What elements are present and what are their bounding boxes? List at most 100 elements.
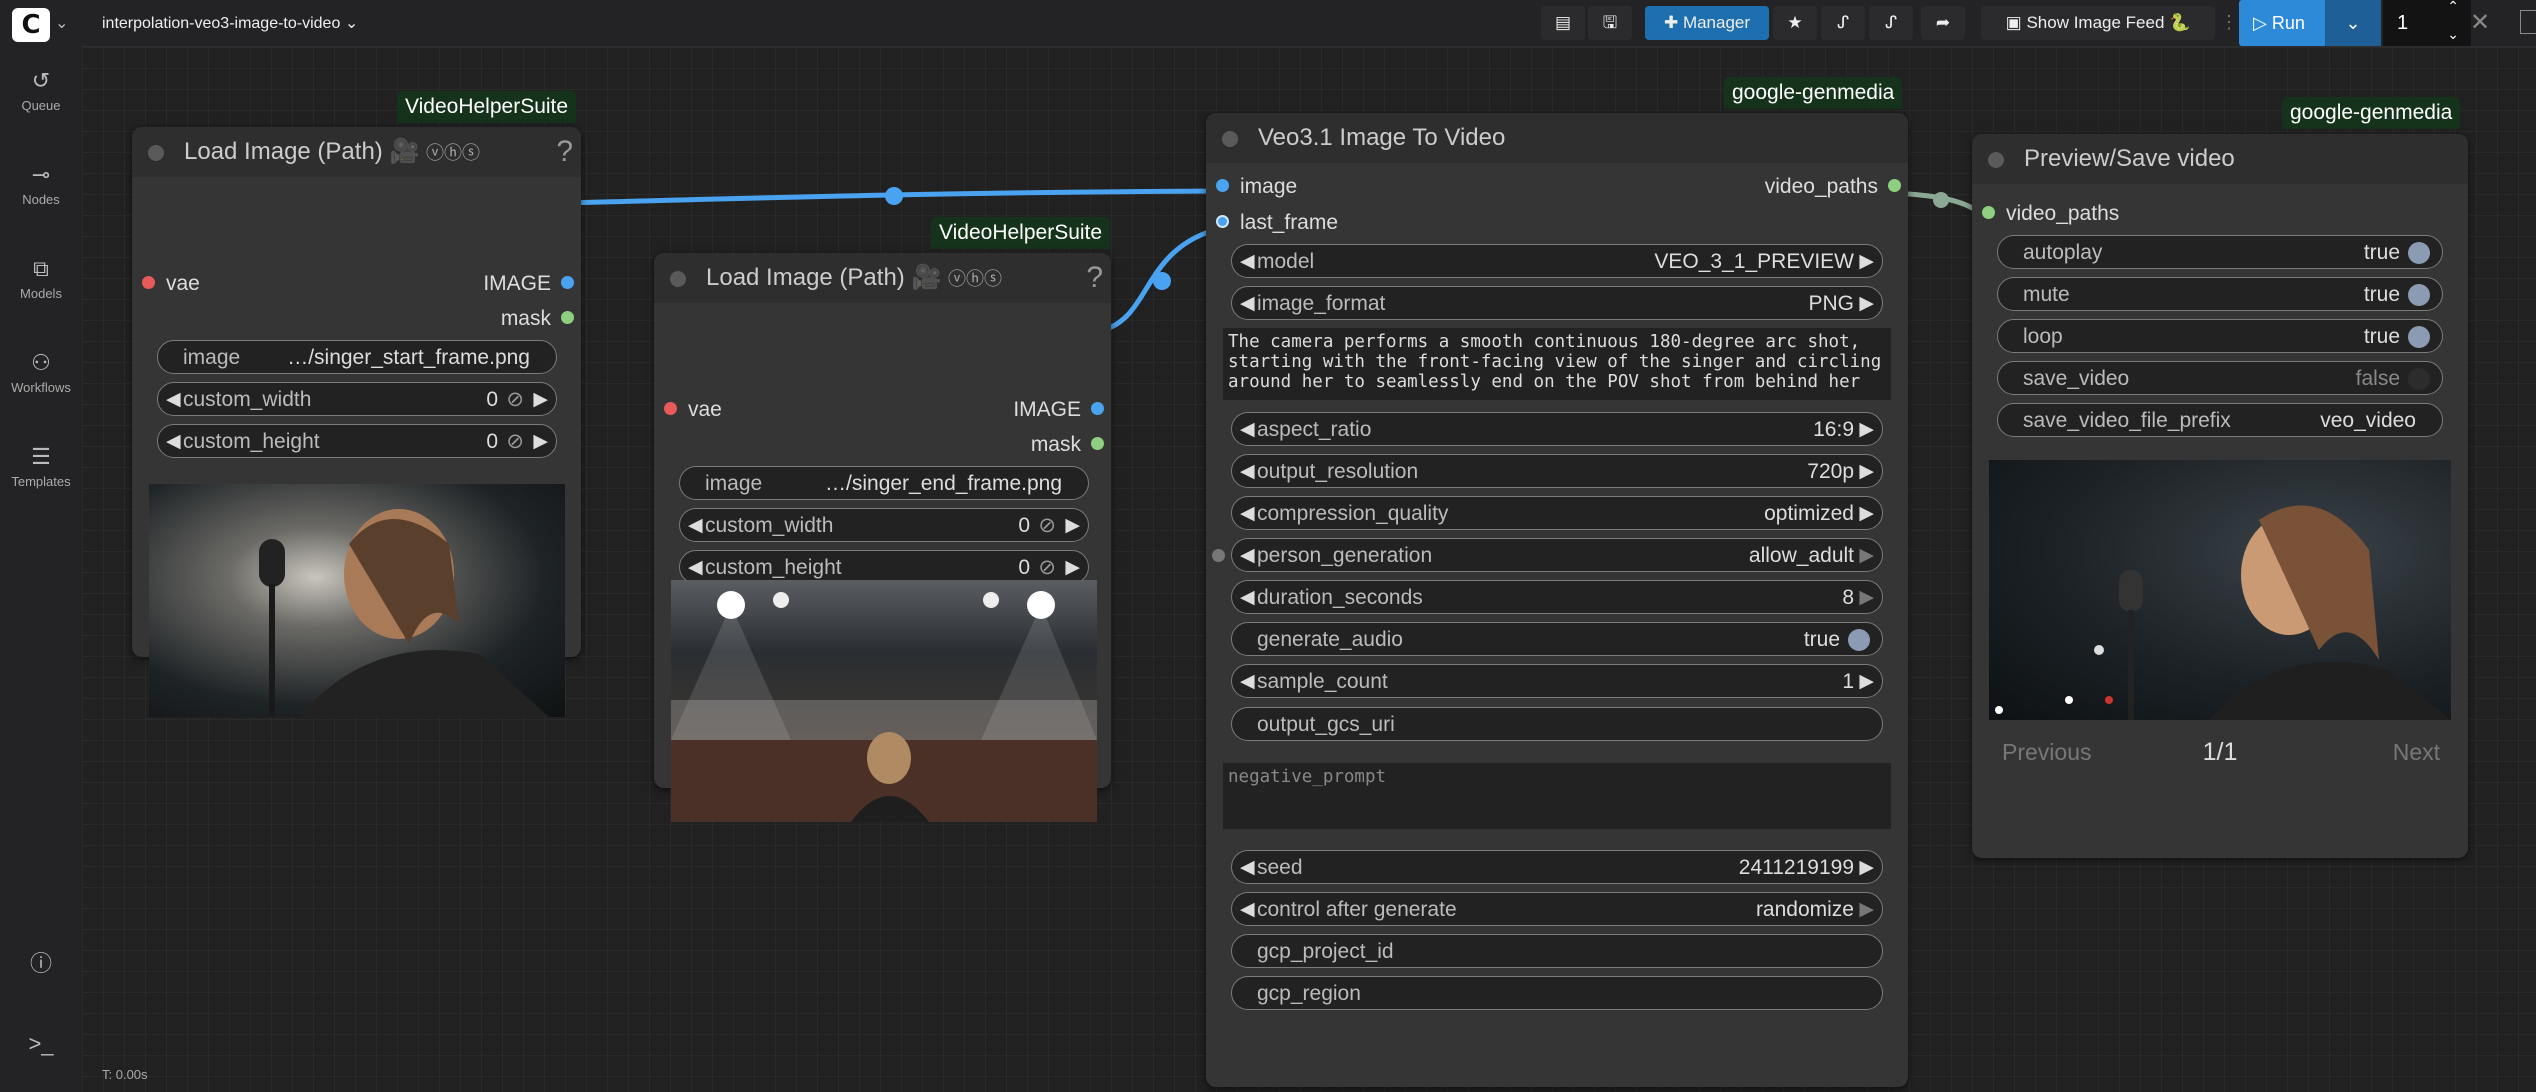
mask-output-dot[interactable] [561, 311, 574, 324]
mute-toggle[interactable]: mute true [1997, 277, 2443, 311]
increment-arrow-icon[interactable]: ▶ [533, 425, 548, 459]
library-icon[interactable]: ▤ [1541, 6, 1585, 40]
help-icon[interactable]: ? [1086, 261, 1103, 295]
node-title[interactable]: Load Image (Path) 🎥 ⓥⓗⓢ [132, 127, 581, 177]
load-image-node-start[interactable]: Load Image (Path) 🎥 ⓥⓗⓢ ? vae IMAGE mask… [132, 127, 581, 717]
star-icon[interactable]: ★ [1773, 6, 1817, 40]
wave-alt-icon[interactable]: ᔑ [1869, 6, 1913, 40]
save-video-file-prefix-field[interactable]: save_video_file_prefix veo_video [1997, 403, 2443, 437]
terminal-icon[interactable]: >_ [0, 1031, 82, 1061]
decrement-arrow-icon[interactable]: ◀ [1240, 413, 1255, 447]
node-title[interactable]: Load Image (Path) 🎥 ⓥⓗⓢ [654, 253, 1111, 303]
manager-button[interactable]: ✚ Manager [1645, 6, 1769, 40]
sidebar-item-workflows[interactable]: ⚇ Workflows [0, 350, 82, 395]
increment-arrow-icon[interactable]: ▶ [1859, 497, 1874, 531]
gcp-region-field[interactable]: gcp_region [1231, 976, 1883, 1010]
gcp-project-id-field[interactable]: gcp_project_id [1231, 934, 1883, 968]
link-midpoint[interactable] [885, 187, 903, 205]
video-paths-input-dot[interactable] [1982, 206, 1995, 219]
save-icon[interactable]: 🖫 [1588, 6, 1632, 40]
control-after-generate-combo[interactable]: ◀ control after generate randomize ▶ [1231, 892, 1883, 926]
node-title[interactable]: Veo3.1 Image To Video [1206, 113, 1908, 163]
increment-arrow-icon[interactable]: ▶ [533, 383, 548, 417]
image-format-combo[interactable]: ◀ image_format PNG ▶ [1231, 286, 1883, 320]
link-midpoint[interactable] [1153, 272, 1171, 290]
decrement-arrow-icon[interactable]: ◀ [166, 425, 181, 459]
output-resolution-combo[interactable]: ◀ output_resolution 720p ▶ [1231, 454, 1883, 488]
negative-prompt-textarea[interactable]: negative_prompt [1223, 763, 1891, 829]
decrement-arrow-icon[interactable]: ◀ [1240, 665, 1255, 699]
link-midpoint[interactable] [1933, 192, 1949, 208]
collapse-dot-icon[interactable] [1222, 131, 1238, 147]
graph-canvas[interactable]: VideoHelperSuite Load Image (Path) 🎥 ⓥⓗⓢ… [82, 47, 2536, 1092]
increment-arrow-icon[interactable]: ▶ [1859, 455, 1874, 489]
run-options-chevron-icon[interactable]: ⌄ [2325, 0, 2381, 46]
preview-save-video-node[interactable]: Preview/Save video video_paths autoplay t… [1972, 134, 2468, 858]
aspect-ratio-combo[interactable]: ◀ aspect_ratio 16:9 ▶ [1231, 412, 1883, 446]
vae-input-dot[interactable] [142, 276, 155, 289]
previous-button[interactable]: Previous [2002, 739, 2091, 766]
decrement-arrow-icon[interactable]: ◀ [1240, 539, 1255, 573]
decrement-arrow-icon[interactable]: ◀ [688, 509, 703, 543]
decrement-arrow-icon[interactable]: ◀ [1240, 893, 1255, 927]
image-path-widget[interactable]: image …/singer_start_frame.png [157, 340, 557, 374]
image-input-dot[interactable] [1216, 179, 1229, 192]
person-generation-input-dot[interactable] [1212, 549, 1225, 562]
prompt-textarea[interactable]: The camera performs a smooth continuous … [1223, 328, 1891, 400]
increment-arrow-icon[interactable]: ▶ [1859, 539, 1874, 573]
image-path-widget[interactable]: image …/singer_end_frame.png [679, 466, 1089, 500]
help-icon[interactable]: ⓘ [0, 946, 82, 982]
close-icon[interactable]: ✕ [2470, 8, 2490, 37]
compression-quality-combo[interactable]: ◀ compression_quality optimized ▶ [1231, 496, 1883, 530]
collapse-dot-icon[interactable] [148, 145, 164, 161]
decrement-arrow-icon[interactable]: ◀ [1240, 851, 1255, 885]
last-frame-input-dot[interactable] [1216, 215, 1229, 228]
decrement-arrow-icon[interactable]: ◀ [1240, 581, 1255, 615]
decrement-arrow-icon[interactable]: ◀ [166, 383, 181, 417]
increment-arrow-icon[interactable]: ▶ [1859, 245, 1874, 279]
chevron-down-icon[interactable]: ⌄ [55, 13, 68, 33]
comfy-logo[interactable]: C [12, 8, 50, 42]
custom-width-widget[interactable]: ◀ custom_width 0 ⊘ ▶ [679, 508, 1089, 542]
loop-toggle[interactable]: loop true [1997, 319, 2443, 353]
generate-audio-toggle[interactable]: generate_audio true [1231, 622, 1883, 656]
increment-arrow-icon[interactable]: ▶ [1859, 665, 1874, 699]
help-icon[interactable]: ? [556, 135, 573, 169]
decrement-arrow-icon[interactable]: ◀ [1240, 455, 1255, 489]
workflow-title[interactable]: interpolation-veo3-image-to-video ⌄ [102, 13, 358, 33]
share-icon[interactable]: ➦ [1921, 6, 1965, 40]
queue-count-input[interactable]: 1 ⌃ ⌄ [2383, 0, 2471, 46]
autoplay-toggle[interactable]: autoplay true [1997, 235, 2443, 269]
increment-arrow-icon[interactable]: ▶ [1859, 893, 1874, 927]
next-button[interactable]: Next [2393, 739, 2440, 766]
vae-input-dot[interactable] [664, 402, 677, 415]
image-output-dot[interactable] [561, 276, 574, 289]
decrement-arrow-icon[interactable]: ◀ [1240, 497, 1255, 531]
model-combo[interactable]: ◀ model VEO_3_1_PREVIEW ▶ [1231, 244, 1883, 278]
show-image-feed-button[interactable]: ▣ Show Image Feed 🐍 [1981, 6, 2215, 40]
mask-output-dot[interactable] [1091, 437, 1104, 450]
stepper-icon[interactable]: ⌃ ⌄ [2447, 0, 2459, 48]
increment-arrow-icon[interactable]: ▶ [1859, 581, 1874, 615]
veo-image-to-video-node[interactable]: Veo3.1 Image To Video image last_frame v… [1206, 113, 1908, 1087]
node-title[interactable]: Preview/Save video [1972, 134, 2468, 184]
custom-height-widget[interactable]: ◀ custom_height 0 ⊘ ▶ [157, 424, 557, 458]
person-generation-combo[interactable]: ◀ person_generation allow_adult ▶ [1231, 538, 1883, 572]
increment-arrow-icon[interactable]: ▶ [1859, 851, 1874, 885]
sidebar-item-models[interactable]: ⧉ Models [0, 256, 82, 301]
increment-arrow-icon[interactable]: ▶ [1065, 509, 1080, 543]
custom-width-widget[interactable]: ◀ custom_width 0 ⊘ ▶ [157, 382, 557, 416]
collapse-dot-icon[interactable] [670, 271, 686, 287]
decrement-arrow-icon[interactable]: ◀ [1240, 245, 1255, 279]
save-video-toggle[interactable]: save_video false [1997, 361, 2443, 395]
duration-seconds-widget[interactable]: ◀ duration_seconds 8 ▶ [1231, 580, 1883, 614]
collapse-dot-icon[interactable] [1988, 152, 2004, 168]
sample-count-widget[interactable]: ◀ sample_count 1 ▶ [1231, 664, 1883, 698]
custom-height-widget[interactable]: ◀ custom_height 0 ⊘ ▶ [679, 550, 1089, 584]
panel-toggle-icon[interactable] [2520, 10, 2536, 34]
seed-widget[interactable]: ◀ seed 2411219199 ▶ [1231, 850, 1883, 884]
image-output-dot[interactable] [1091, 402, 1104, 415]
sidebar-item-queue[interactable]: ↺ Queue [0, 68, 82, 113]
sidebar-item-templates[interactable]: ☰ Templates [0, 444, 82, 489]
video-preview[interactable] [1989, 460, 2451, 720]
